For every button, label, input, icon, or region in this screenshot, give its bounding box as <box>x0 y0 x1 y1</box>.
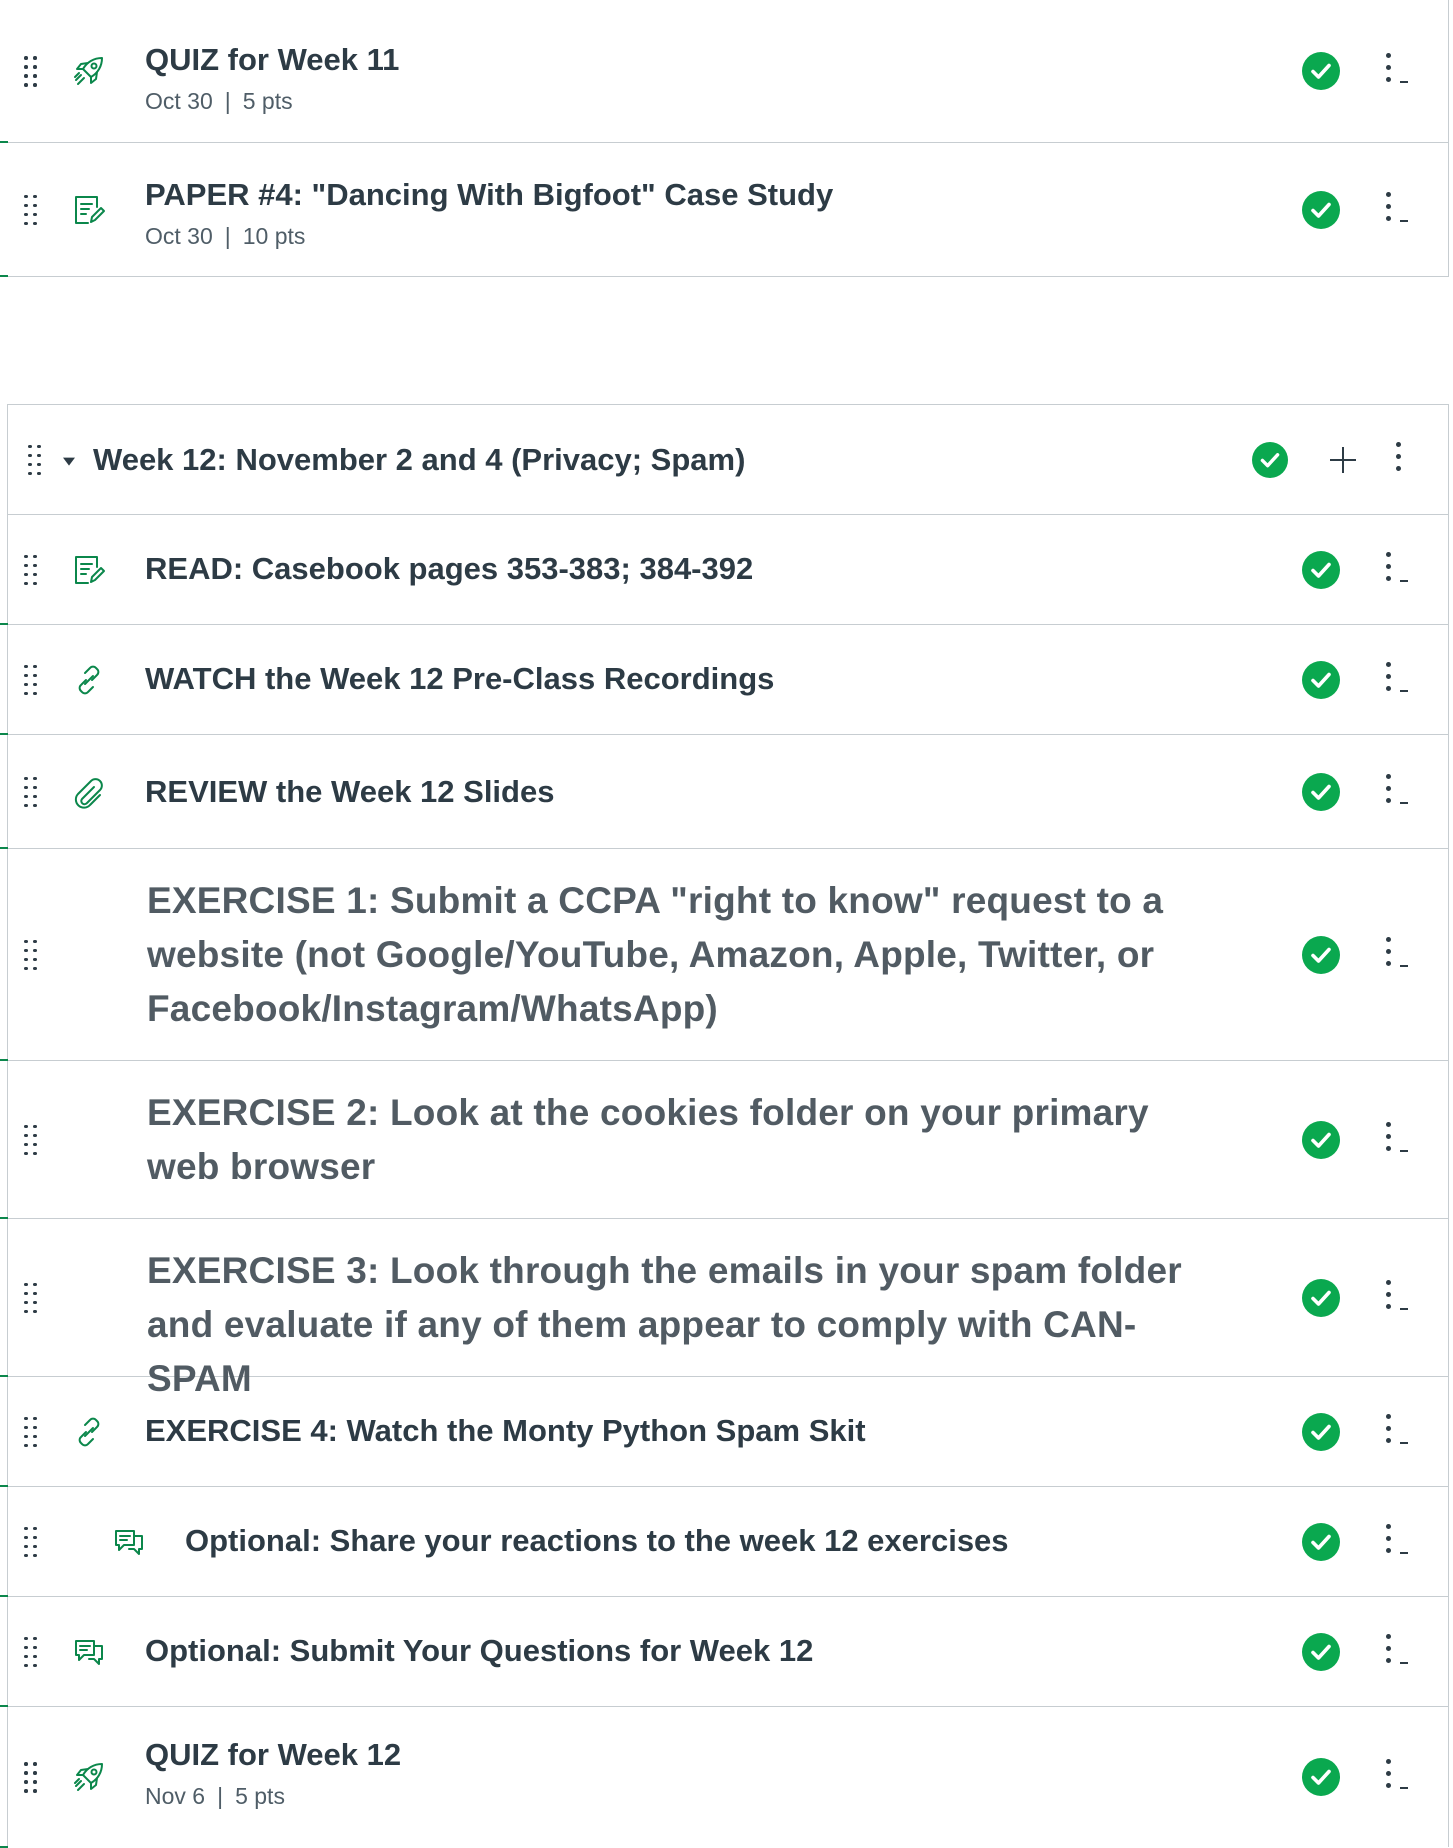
module-week12: Week 12: November 2 and 4 (Privacy; Spam… <box>0 404 1449 1848</box>
link-icon <box>72 663 106 697</box>
item-title[interactable]: QUIZ for Week 11 <box>145 40 1218 80</box>
due-date: Nov 6 <box>145 1783 206 1809</box>
discussion-icon <box>72 1635 106 1669</box>
module-options-kebab-icon[interactable] <box>1390 441 1416 478</box>
module-item-optional-questions[interactable]: Optional: Submit Your Questions for Week… <box>0 1597 1448 1707</box>
item-options-kebab-icon[interactable] <box>1380 661 1408 698</box>
attachment-icon <box>72 775 106 809</box>
item-title[interactable]: EXERCISE 1: Submit a CCPA "right to know… <box>147 874 1218 1036</box>
module-item-optional-reactions[interactable]: Optional: Share your reactions to the we… <box>0 1487 1448 1597</box>
item-options-kebab-icon[interactable] <box>1380 1759 1408 1795</box>
module-item-exercise-2[interactable]: EXERCISE 2: Look at the cookies folder o… <box>0 1061 1448 1219</box>
item-title[interactable]: REVIEW the Week 12 Slides <box>145 772 1218 812</box>
points: 5 pts <box>235 1783 285 1809</box>
published-check-icon[interactable] <box>1302 1278 1340 1317</box>
item-options-kebab-icon[interactable] <box>1380 1279 1408 1316</box>
drag-handle-icon[interactable] <box>24 1762 40 1793</box>
published-check-icon[interactable] <box>1302 1758 1340 1796</box>
item-title[interactable]: EXERCISE 4: Watch the Monty Python Spam … <box>145 1411 1218 1451</box>
module-published-check-icon[interactable] <box>1252 441 1288 478</box>
module-item-paper-4[interactable]: PAPER #4: "Dancing With Bigfoot" Case St… <box>0 143 1448 277</box>
drag-handle-icon[interactable] <box>24 194 40 225</box>
item-options-kebab-icon[interactable] <box>1380 1413 1408 1450</box>
published-check-icon[interactable] <box>1302 935 1340 974</box>
drag-handle-icon[interactable] <box>24 939 40 970</box>
published-check-icon[interactable] <box>1302 772 1340 811</box>
points: 5 pts <box>242 88 293 114</box>
link-icon <box>72 1415 106 1449</box>
drag-handle-icon[interactable] <box>28 444 44 475</box>
published-check-icon[interactable] <box>1302 1632 1340 1671</box>
meta-separator: | <box>217 1783 224 1809</box>
drag-handle-icon[interactable] <box>24 1526 40 1557</box>
item-options-kebab-icon[interactable] <box>1380 1633 1408 1670</box>
drag-handle-icon[interactable] <box>24 1416 40 1447</box>
item-title[interactable]: EXERCISE 2: Look at the cookies folder o… <box>147 1086 1218 1194</box>
published-check-icon[interactable] <box>1302 190 1340 229</box>
module-item-quiz-week-11[interactable]: QUIZ for Week 11 Oct 30 | 5 pts <box>0 0 1448 143</box>
collapse-caret-icon[interactable] <box>63 457 75 466</box>
drag-handle-icon[interactable] <box>24 1636 40 1667</box>
drag-handle-icon[interactable] <box>24 776 40 807</box>
quiz-rocket-icon <box>72 1760 106 1794</box>
module-item-exercise-4[interactable]: EXERCISE 4: Watch the Monty Python Spam … <box>0 1377 1448 1487</box>
published-check-icon[interactable] <box>1302 1522 1340 1561</box>
module-item-quiz-week-12[interactable]: QUIZ for Week 12 Nov 6 | 5 pts <box>0 1707 1448 1848</box>
drag-handle-icon[interactable] <box>24 554 40 585</box>
item-options-kebab-icon[interactable] <box>1380 191 1408 228</box>
due-date: Oct 30 <box>145 223 213 249</box>
published-check-icon[interactable] <box>1302 550 1340 589</box>
module-header[interactable]: Week 12: November 2 and 4 (Privacy; Spam… <box>8 405 1448 515</box>
item-options-kebab-icon[interactable] <box>1380 936 1408 973</box>
meta-separator: | <box>224 223 231 249</box>
published-check-icon[interactable] <box>1302 1412 1340 1451</box>
item-options-kebab-icon[interactable] <box>1380 1121 1408 1158</box>
item-options-kebab-icon[interactable] <box>1380 53 1408 89</box>
module-item-watch-recordings[interactable]: WATCH the Week 12 Pre-Class Recordings <box>0 625 1448 735</box>
assignment-icon <box>72 193 106 227</box>
drag-handle-icon[interactable] <box>24 1282 40 1313</box>
drag-handle-icon[interactable] <box>24 1124 40 1155</box>
item-meta: Oct 30 | 10 pts <box>145 221 1218 251</box>
item-title[interactable]: Optional: Submit Your Questions for Week… <box>145 1631 1218 1671</box>
drag-handle-icon[interactable] <box>24 56 40 87</box>
module-item-exercise-3[interactable]: EXERCISE 3: Look through the emails in y… <box>0 1219 1448 1399</box>
published-check-icon[interactable] <box>1302 660 1340 699</box>
drag-handle-icon[interactable] <box>24 664 40 695</box>
meta-separator: | <box>224 88 231 114</box>
item-title[interactable]: WATCH the Week 12 Pre-Class Recordings <box>145 659 1218 699</box>
assignment-icon <box>72 553 106 587</box>
due-date: Oct 30 <box>145 88 213 114</box>
points: 10 pts <box>242 223 306 249</box>
item-title[interactable]: PAPER #4: "Dancing With Bigfoot" Case St… <box>145 175 1218 215</box>
item-title[interactable]: READ: Casebook pages 353-383; 384-392 <box>145 549 1218 589</box>
item-meta: Nov 6 | 5 pts <box>145 1781 1218 1811</box>
module-title[interactable]: Week 12: November 2 and 4 (Privacy; Spam… <box>93 442 745 478</box>
item-options-kebab-icon[interactable] <box>1380 1523 1408 1560</box>
quiz-rocket-icon <box>72 54 106 88</box>
module-item-review-slides[interactable]: REVIEW the Week 12 Slides <box>0 735 1448 849</box>
discussion-icon <box>112 1525 146 1559</box>
published-check-icon[interactable] <box>1302 52 1340 90</box>
item-options-kebab-icon[interactable] <box>1380 551 1408 588</box>
item-meta: Oct 30 | 5 pts <box>145 86 1218 116</box>
module-item-read-casebook[interactable]: READ: Casebook pages 353-383; 384-392 <box>0 515 1448 625</box>
add-item-plus-icon[interactable] <box>1328 445 1358 475</box>
module-item-exercise-1[interactable]: EXERCISE 1: Submit a CCPA "right to know… <box>0 849 1448 1061</box>
item-title[interactable]: Optional: Share your reactions to the we… <box>185 1521 1218 1561</box>
item-options-kebab-icon[interactable] <box>1380 773 1408 810</box>
item-title[interactable]: QUIZ for Week 12 <box>145 1735 1218 1775</box>
published-check-icon[interactable] <box>1302 1120 1340 1159</box>
module-week11: QUIZ for Week 11 Oct 30 | 5 pts PAPER #4: … <box>0 0 1449 277</box>
